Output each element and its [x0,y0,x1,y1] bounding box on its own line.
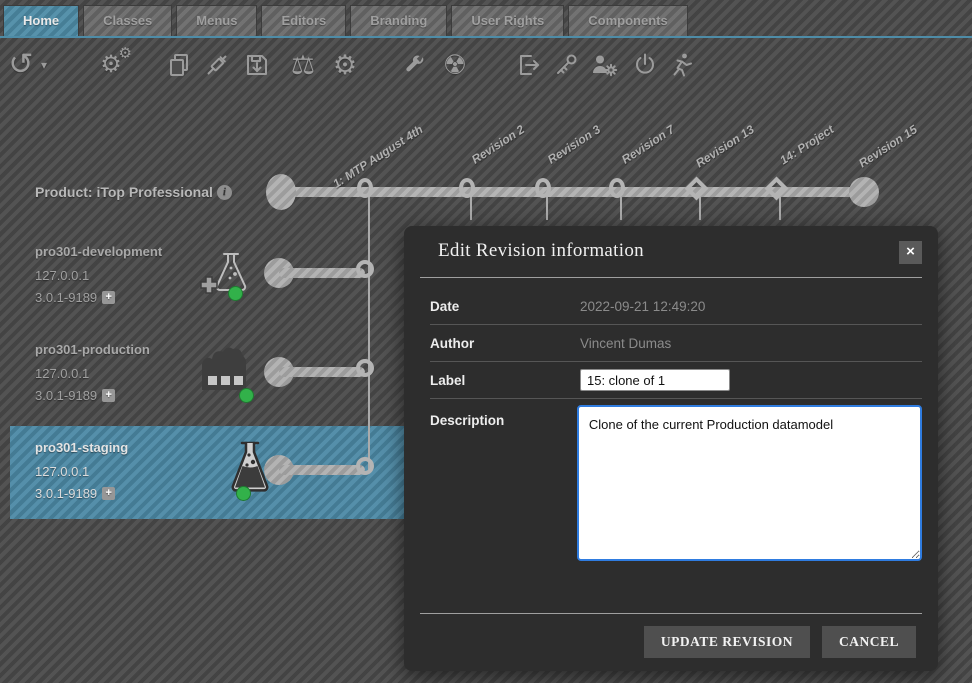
revision-stub [368,196,370,220]
tab-user-rights[interactable]: User Rights [451,5,564,36]
description-row: Description Clone of the current Product… [430,399,922,561]
env-dev-version-row: 3.0.1-9189 + [35,290,115,305]
revision-node-3[interactable] [535,178,551,198]
staging-branch-bar [279,465,365,475]
revision-node-15[interactable] [849,177,879,207]
revision-stub [699,196,701,220]
sign-out-icon[interactable] [514,48,544,82]
staging-status-green-dot [236,486,251,501]
close-icon[interactable]: × [899,241,922,264]
revision-stub [546,196,548,220]
env-staging-version-row: 3.0.1-9189 + [35,486,115,501]
power-icon[interactable] [630,48,660,82]
plus-badge-icon[interactable]: + [102,291,115,304]
plus-badge-icon[interactable]: + [102,487,115,500]
product-label-row: Product: iTop Professional i [35,184,232,200]
run-icon[interactable] [666,48,696,82]
modal-title: Edit Revision information [438,240,644,262]
tab-home[interactable]: Home [3,5,79,36]
description-textarea[interactable]: Clone of the current Production datamode… [577,405,922,561]
date-value: 2022-09-21 12:49:20 [580,299,705,314]
product-label: Product: iTop Professional [35,184,213,200]
revision-stub [620,196,622,220]
prod-branch-head-node[interactable] [356,359,374,377]
author-label: Author [430,336,580,351]
main-tab-bar: Home Classes Menus Editors Branding User… [0,0,972,38]
wrench-icon[interactable] [400,48,430,82]
label-label: Label [430,373,580,388]
info-icon[interactable]: i [217,185,232,200]
revision-label-2[interactable]: Revision 2 [469,122,527,166]
radiation-icon[interactable]: ☢ [440,48,470,82]
tab-menus[interactable]: Menus [176,5,257,36]
dev-branch-bar [279,268,365,278]
env-prod-version: 3.0.1-9189 [35,388,97,403]
key-icon[interactable] [552,48,582,82]
modal-body: Date 2022-09-21 12:49:20 Author Vincent … [404,278,938,561]
revision-node-7[interactable] [609,178,625,198]
revision-label-15[interactable]: Revision 15 [856,122,920,170]
revision-label-1[interactable]: 1: MTP August 4th [330,122,425,191]
revision-stub [470,196,472,220]
author-value: Vincent Dumas [580,336,671,351]
undo-icon[interactable]: ↺ [6,48,36,82]
env-staging-name[interactable]: pro301-staging [35,440,128,455]
toolbar: ↺ ▾ ⚙ ⚙ ⚖ ⚙ ☢ [0,40,972,90]
date-label: Date [430,299,580,314]
env-staging-version: 3.0.1-9189 [35,486,97,501]
syringe-icon[interactable] [202,48,232,82]
plus-badge-icon[interactable]: + [102,389,115,402]
date-row: Date 2022-09-21 12:49:20 [430,288,922,325]
dev-status-green-dot [228,286,243,301]
tab-components[interactable]: Components [568,5,687,36]
env-dev-ip: 127.0.0.1 [35,268,89,283]
revision-label-13[interactable]: Revision 13 [693,122,757,170]
timeline-start-node[interactable] [266,174,296,210]
env-prod-version-row: 3.0.1-9189 + [35,388,115,403]
dev-branch-head-node[interactable] [356,260,374,278]
revision-label-3[interactable]: Revision 3 [545,122,603,166]
modal-header: Edit Revision information × [404,226,938,277]
env-prod-ip: 127.0.0.1 [35,366,89,381]
env-staging-ip: 127.0.0.1 [35,464,89,479]
revision-node-2[interactable] [459,178,475,198]
modal-footer: UPDATE REVISION CANCEL [644,626,916,658]
env-prod-name[interactable]: pro301-production [35,342,150,357]
footer-divider [420,613,922,614]
process-gears-icon[interactable]: ⚙ ⚙ [96,48,126,82]
tab-editors[interactable]: Editors [261,5,346,36]
prod-status-green-dot [239,388,254,403]
edit-revision-modal: Edit Revision information × Date 2022-09… [404,226,938,671]
author-row: Author Vincent Dumas [430,325,922,362]
revision-stub [779,196,781,220]
revision-label-14[interactable]: 14: Project [777,122,836,167]
tab-branding[interactable]: Branding [350,5,447,36]
description-label: Description [430,405,577,428]
label-input[interactable] [580,369,730,391]
gear-icon[interactable]: ⚙ [330,48,360,82]
label-row: Label [430,362,922,399]
dev-flask-plus-icon[interactable] [196,250,254,311]
revision-node-1[interactable] [357,178,373,198]
env-dev-name[interactable]: pro301-development [35,244,162,259]
prod-branch-bar [279,367,365,377]
scales-icon[interactable]: ⚖ [288,48,318,82]
update-revision-button[interactable]: UPDATE REVISION [644,626,810,658]
copy-icon[interactable] [164,48,194,82]
branch-connector-line [368,192,370,470]
user-settings-icon[interactable] [588,48,622,82]
cancel-button[interactable]: CANCEL [822,626,916,658]
revision-label-7[interactable]: Revision 7 [619,122,677,166]
undo-dropdown-caret-icon[interactable]: ▾ [36,48,52,82]
staging-branch-head-node[interactable] [356,457,374,475]
save-icon[interactable] [242,48,272,82]
env-dev-version: 3.0.1-9189 [35,290,97,305]
tab-classes[interactable]: Classes [83,5,172,36]
